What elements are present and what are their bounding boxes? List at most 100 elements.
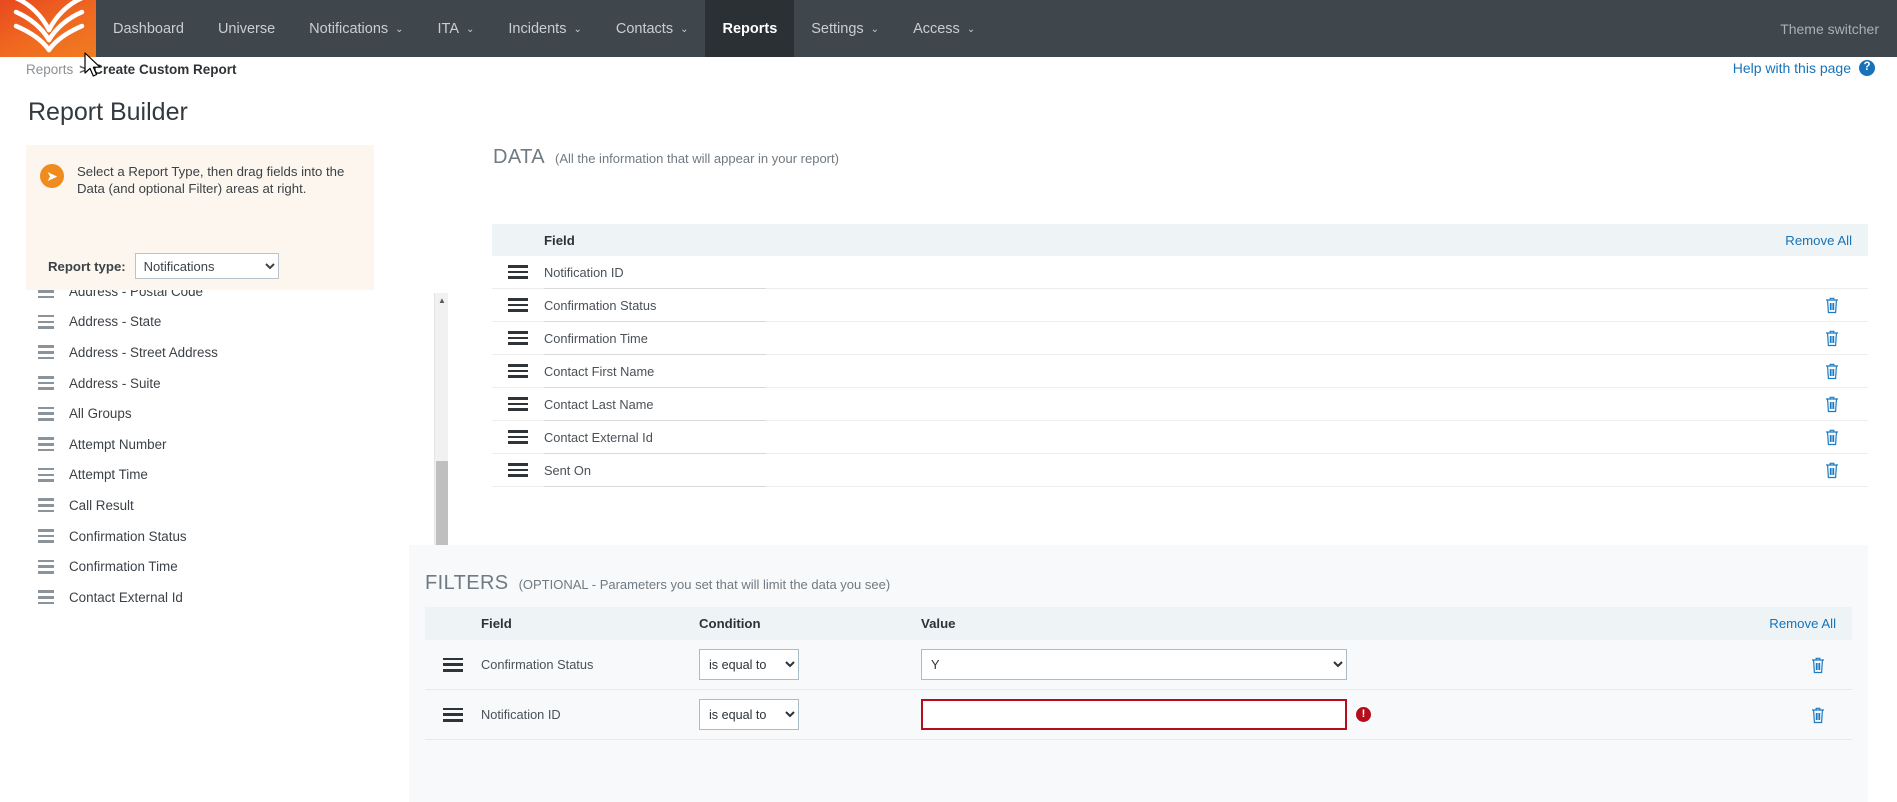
drag-handle-icon[interactable] bbox=[38, 345, 54, 359]
drag-handle-icon[interactable] bbox=[508, 463, 528, 477]
field-list-item[interactable]: Address - Postal Code bbox=[0, 290, 400, 307]
table-row[interactable]: Sent On bbox=[492, 454, 1868, 487]
delete-row-button[interactable] bbox=[1824, 428, 1840, 446]
field-list-item[interactable]: Attempt Number bbox=[0, 429, 400, 460]
filter-row[interactable]: Confirmation Status is equal to Y bbox=[425, 640, 1852, 690]
field-list-item[interactable]: All Groups bbox=[0, 398, 400, 429]
table-row[interactable]: Confirmation Time bbox=[492, 322, 1868, 355]
nav-item-notifications[interactable]: Notifications ⌄ bbox=[292, 0, 420, 57]
scroll-up-arrow-icon[interactable]: ▲ bbox=[435, 293, 449, 307]
drag-handle-cell[interactable] bbox=[492, 397, 544, 411]
filter-value-select[interactable]: Y bbox=[921, 649, 1347, 680]
available-fields-list[interactable]: Address - Postal Code Address - State Ad… bbox=[0, 290, 400, 710]
delete-filter-button[interactable] bbox=[1810, 656, 1826, 674]
report-type-row: Report type: Notifications bbox=[26, 242, 374, 290]
nav-item-settings[interactable]: Settings ⌄ bbox=[794, 0, 896, 57]
drag-handle-icon[interactable] bbox=[38, 290, 54, 298]
data-section-subtitle: (All the information that will appear in… bbox=[555, 151, 839, 166]
drag-handle-icon[interactable] bbox=[38, 498, 54, 512]
drag-handle-icon[interactable] bbox=[443, 658, 463, 672]
data-row-label: Sent On bbox=[544, 463, 1824, 478]
chevron-down-icon: ⌄ bbox=[871, 25, 879, 35]
table-row[interactable]: Contact External Id bbox=[492, 421, 1868, 454]
help-link-label: Help with this page bbox=[1733, 60, 1851, 76]
delete-row-button[interactable] bbox=[1824, 461, 1840, 479]
drag-handle-icon[interactable] bbox=[508, 331, 528, 345]
theme-switcher-button[interactable]: Theme switcher bbox=[1780, 0, 1897, 57]
field-list-item[interactable]: Address - Street Address bbox=[0, 337, 400, 368]
filters-section-header: FILTERS (OPTIONAL - Parameters you set t… bbox=[425, 572, 890, 595]
drag-handle-icon[interactable] bbox=[38, 468, 54, 482]
nav-item-dashboard[interactable]: Dashboard bbox=[96, 0, 201, 57]
field-list-item[interactable]: Address - State bbox=[0, 307, 400, 338]
nav-item-contacts[interactable]: Contacts ⌄ bbox=[599, 0, 706, 57]
drag-handle-cell[interactable] bbox=[492, 463, 544, 477]
nav-item-incidents[interactable]: Incidents ⌄ bbox=[491, 0, 598, 57]
filters-header-condition-label: Condition bbox=[699, 616, 921, 631]
data-remove-all-link[interactable]: Remove All bbox=[1785, 233, 1852, 248]
drag-handle-cell[interactable] bbox=[425, 658, 481, 672]
table-row[interactable]: Notification ID bbox=[492, 256, 1868, 289]
table-row[interactable]: Confirmation Status bbox=[492, 289, 1868, 322]
delete-row-button[interactable] bbox=[1824, 362, 1840, 380]
field-list-item-label: Call Result bbox=[69, 498, 134, 513]
filter-value-input[interactable] bbox=[921, 699, 1347, 730]
data-section-title: DATA bbox=[493, 146, 545, 169]
report-type-select[interactable]: Notifications bbox=[135, 253, 279, 279]
drag-handle-icon[interactable] bbox=[508, 265, 528, 279]
nav-item-universe[interactable]: Universe bbox=[201, 0, 292, 57]
drag-handle-cell[interactable] bbox=[492, 298, 544, 312]
nav-item-ita[interactable]: ITA ⌄ bbox=[421, 0, 492, 57]
filters-header-value-label: Value bbox=[921, 616, 1769, 631]
drag-handle-icon[interactable] bbox=[38, 376, 54, 390]
breadcrumb-link-reports[interactable]: Reports bbox=[26, 62, 73, 77]
table-row[interactable]: Contact First Name bbox=[492, 355, 1868, 388]
filter-row[interactable]: Notification ID is equal to ! bbox=[425, 690, 1852, 740]
drag-handle-icon[interactable] bbox=[38, 529, 54, 543]
drag-handle-cell[interactable] bbox=[425, 708, 481, 722]
drag-handle-icon[interactable] bbox=[508, 397, 528, 411]
drag-handle-icon[interactable] bbox=[508, 364, 528, 378]
chevron-stack-logo-icon bbox=[8, 0, 90, 57]
delete-row-button[interactable] bbox=[1824, 296, 1840, 314]
nav-item-reports[interactable]: Reports bbox=[705, 0, 794, 57]
nav-item-access[interactable]: Access ⌄ bbox=[896, 0, 992, 57]
field-list-item[interactable]: Call Result bbox=[0, 490, 400, 521]
drag-handle-icon[interactable] bbox=[38, 315, 54, 329]
filters-header-field-label: Field bbox=[481, 616, 699, 631]
field-list-item[interactable]: Attempt Time bbox=[0, 460, 400, 491]
nav-item-label: Reports bbox=[722, 21, 777, 37]
field-list-item[interactable]: Contact External Id bbox=[0, 582, 400, 613]
filter-condition-select[interactable]: is equal to bbox=[699, 649, 799, 680]
app-logo[interactable] bbox=[0, 0, 96, 57]
data-section-header: DATA (All the information that will appe… bbox=[493, 146, 839, 169]
field-list-item[interactable]: Confirmation Time bbox=[0, 551, 400, 582]
delete-filter-button[interactable] bbox=[1810, 706, 1826, 724]
help-with-this-page-link[interactable]: Help with this page ? bbox=[1733, 60, 1875, 76]
drag-handle-cell[interactable] bbox=[492, 265, 544, 279]
data-table-header-row: Field Remove All bbox=[492, 224, 1868, 256]
field-list-item[interactable]: Address - Suite bbox=[0, 368, 400, 399]
drag-handle-cell[interactable] bbox=[492, 331, 544, 345]
data-fields-table: Field Remove All Notification ID Confirm… bbox=[492, 224, 1868, 487]
chevron-down-icon: ⌄ bbox=[573, 25, 581, 35]
drag-handle-cell[interactable] bbox=[492, 364, 544, 378]
table-row[interactable]: Contact Last Name bbox=[492, 388, 1868, 421]
drag-handle-icon[interactable] bbox=[38, 560, 54, 574]
error-icon: ! bbox=[1356, 707, 1371, 722]
drag-handle-icon[interactable] bbox=[443, 708, 463, 722]
filter-condition-select[interactable]: is equal to bbox=[699, 699, 799, 730]
delete-row-button[interactable] bbox=[1824, 329, 1840, 347]
delete-row-button[interactable] bbox=[1824, 395, 1840, 413]
field-list-item-label: Address - Postal Code bbox=[69, 290, 203, 299]
drag-handle-icon[interactable] bbox=[38, 437, 54, 451]
drag-handle-icon[interactable] bbox=[38, 407, 54, 421]
drag-handle-icon[interactable] bbox=[38, 590, 54, 604]
nav-item-label: Settings bbox=[811, 21, 863, 37]
drag-handle-icon[interactable] bbox=[508, 298, 528, 312]
field-list-item[interactable]: Confirmation Status bbox=[0, 521, 400, 552]
drag-handle-icon[interactable] bbox=[508, 430, 528, 444]
filter-value-cell: ! bbox=[921, 699, 1810, 730]
drag-handle-cell[interactable] bbox=[492, 430, 544, 444]
filters-remove-all-link[interactable]: Remove All bbox=[1769, 616, 1836, 631]
